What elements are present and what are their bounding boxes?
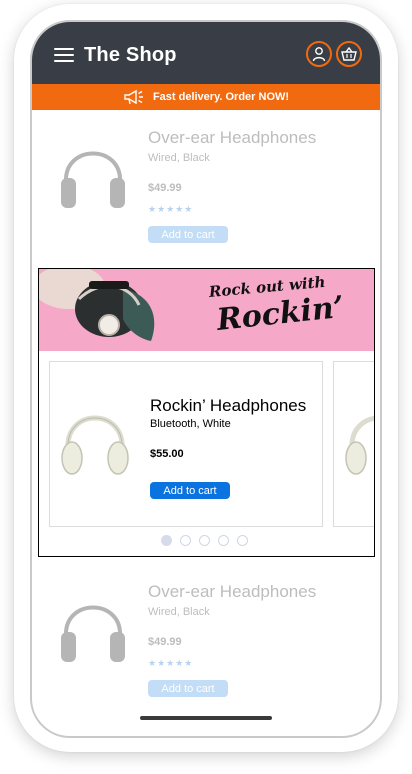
person-with-headphones-image [39,269,189,351]
add-to-cart-button[interactable]: Add to cart [150,482,230,499]
carousel-pagination [161,535,248,546]
product-subtitle: Wired, Black [148,606,210,618]
white-headphones-image [345,416,374,475]
product-price: $49.99 [148,636,182,648]
product-name: Rockin’ Headphones [150,396,307,415]
product-list-item[interactable]: Over-ear Headphones Wired, Black $49.99 … [32,576,380,716]
carousel-dot[interactable] [161,535,172,546]
menu-icon[interactable] [54,48,74,62]
promo-banner[interactable]: Fast delivery. Order NOW! [32,84,380,110]
carousel-dot[interactable] [199,535,210,546]
home-indicator[interactable] [140,716,272,720]
headphones-image [61,151,125,208]
white-headphones-image [61,415,129,475]
featured-carousel[interactable]: Rock out with Rockin’ Rockin’ Headphones… [38,268,375,557]
user-icon [312,47,326,62]
product-name: Over-ear Headphones [148,582,317,601]
carousel-dot[interactable] [237,535,248,546]
shop-title: The Shop [84,44,177,66]
promo-text: Fast delivery. Order NOW! [152,91,290,103]
product-subtitle: Wired, Black [148,152,210,164]
carousel-dot[interactable] [180,535,191,546]
cart-icon [341,47,357,61]
headphones-image [61,605,125,662]
next-product-card[interactable] [333,361,374,527]
featured-product-card[interactable]: Rockin’ Headphones Bluetooth, White $55.… [49,361,323,527]
add-to-cart-button[interactable]: Add to cart [148,226,228,243]
product-list-item[interactable]: Over-ear Headphones Wired, Black $49.99 … [32,122,380,262]
product-subtitle: Bluetooth, White [150,418,231,430]
product-name: Over-ear Headphones [148,128,317,147]
product-price: $49.99 [148,182,182,194]
carousel-dot[interactable] [218,535,229,546]
add-to-cart-button[interactable]: Add to cart [148,680,228,697]
product-price: $55.00 [150,448,184,460]
star-rating: ★★★★★ [148,658,194,668]
megaphone-icon [124,89,143,105]
star-rating: ★★★★★ [148,204,194,214]
cart-button[interactable] [336,41,362,67]
phone-screen: The Shop Fast delivery. Order NOW! Over-… [30,20,382,738]
promo-banner-image: Rock out with Rockin’ [39,269,374,351]
user-button[interactable] [306,41,332,67]
app-header: The Shop [32,22,380,84]
